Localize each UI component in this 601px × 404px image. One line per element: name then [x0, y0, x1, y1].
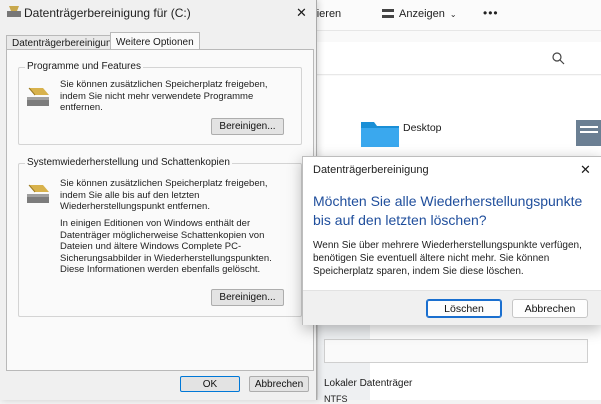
confirm-heading: Möchten Sie alle Wiederherstellungspunkt… [313, 193, 583, 228]
confirm-body-text: Wenn Sie über mehrere Wiederherstellungs… [313, 240, 582, 277]
shadow-copies-description: In einigen Editionen von Windows enthält… [60, 218, 272, 276]
chevron-down-icon: ⌄ [449, 9, 457, 19]
disk-cleanup-app-icon [7, 6, 21, 17]
restore-description: Sie können zusätzlichen Speicherplatz fr… [60, 178, 268, 213]
confirm-delete-dialog: Datenträgerbereinigung ✕ Möchten Sie all… [302, 156, 601, 325]
folder-desktop-label[interactable]: Desktop [403, 122, 442, 134]
explorer-toolbar: rtieren Anzeigen ⌄ ••• [300, 0, 601, 31]
dialog-title: Datenträgerbereinigung für (C:) [24, 6, 191, 20]
tab-panel-more-options: Programme und Features Sie können zusätz… [6, 49, 314, 371]
explorer-address-bar[interactable] [300, 42, 601, 75]
restore-cleanup-button[interactable]: Bereinigen... [211, 289, 284, 306]
ok-button[interactable]: OK [180, 376, 240, 392]
document-folder-icon[interactable] [575, 116, 601, 148]
drive-label: Lokaler Datenträger [324, 378, 413, 389]
delete-button[interactable]: Löschen [426, 299, 502, 318]
cleanup-drive-icon [27, 87, 49, 106]
programs-features-group: Programme und Features Sie können zusätz… [18, 61, 302, 145]
tab-bar: Datenträgerbereinigung Weitere Optionen [6, 32, 312, 52]
confirm-dialog-title: Datenträgerbereinigung [313, 164, 429, 176]
close-icon[interactable]: ✕ [580, 162, 591, 178]
folder-icon[interactable] [360, 116, 400, 148]
group-label-programs: Programme und Features [25, 61, 143, 72]
group-label-restore: Systemwiederherstellung und Schattenkopi… [25, 157, 232, 168]
close-icon[interactable]: ✕ [296, 5, 307, 21]
view-label: Anzeigen [399, 8, 445, 20]
cancel-button[interactable]: Abbrechen [249, 376, 309, 392]
cleanup-drive-icon [27, 184, 49, 203]
drive-progress-bar [324, 339, 588, 363]
view-button[interactable]: Anzeigen ⌄ [382, 8, 457, 20]
more-options-button[interactable]: ••• [483, 6, 499, 20]
programs-cleanup-button[interactable]: Bereinigen... [211, 118, 284, 135]
confirm-cancel-button[interactable]: Abbrechen [512, 299, 588, 318]
confirm-dialog-footer: Löschen Abbrechen [303, 290, 601, 325]
system-restore-group: Systemwiederherstellung und Schattenkopi… [18, 157, 302, 317]
disk-cleanup-dialog: Datenträgerbereinigung für (C:) ✕ Datent… [0, 0, 317, 400]
search-icon[interactable] [552, 52, 565, 65]
drive-filesystem: NTFS [324, 394, 348, 404]
view-icon [382, 9, 394, 18]
programs-description: Sie können zusätzlichen Speicherplatz fr… [60, 79, 268, 114]
